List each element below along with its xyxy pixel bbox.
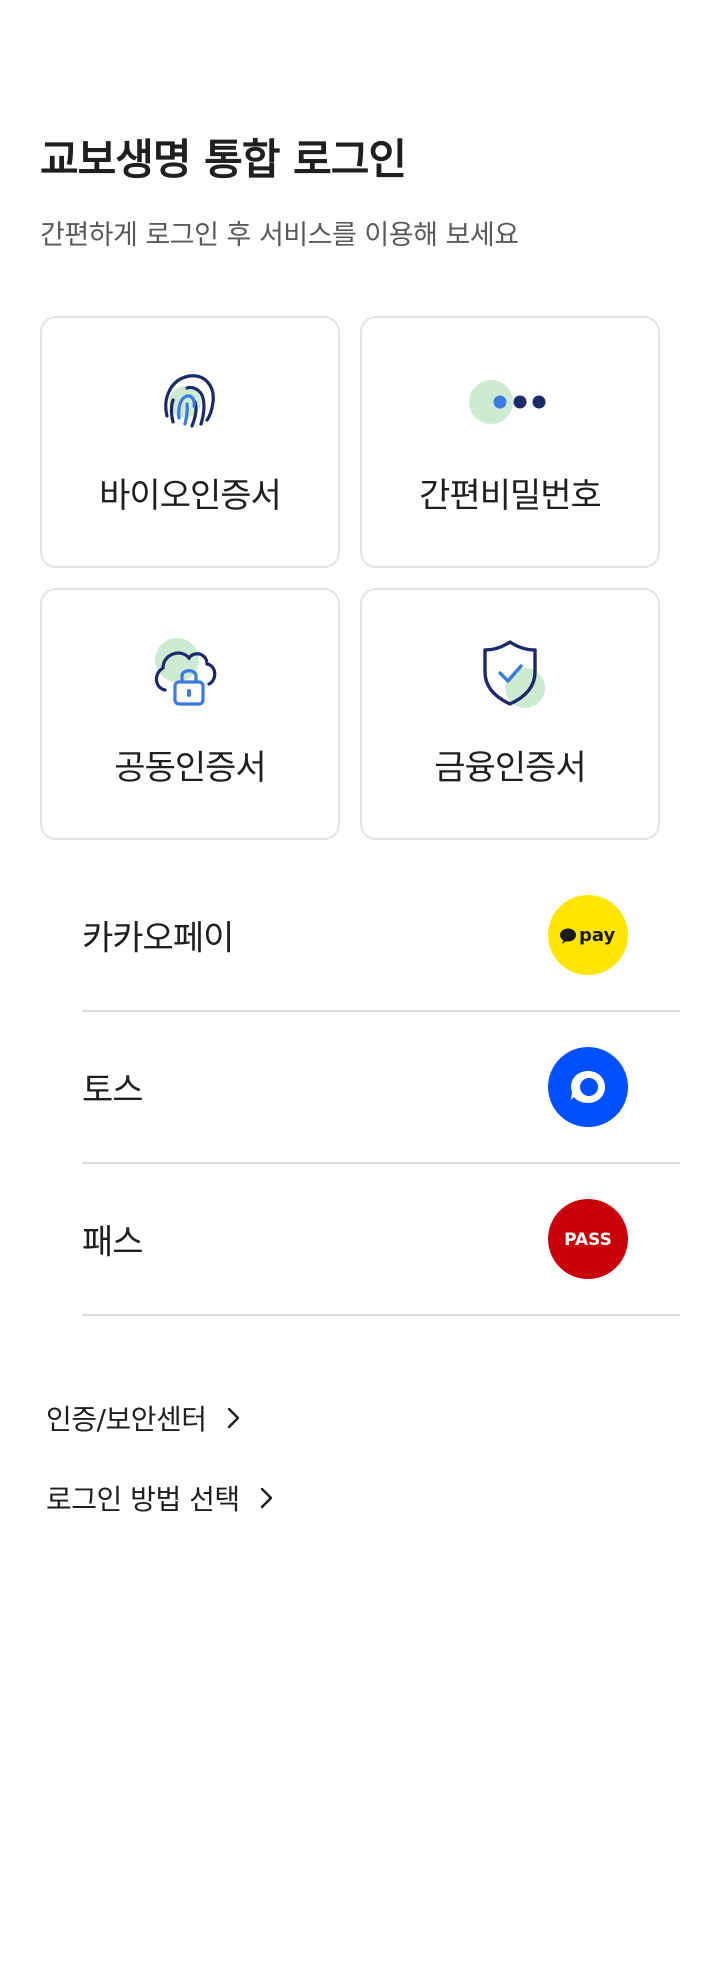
kakaopay-logo-text: pay <box>579 925 615 946</box>
provider-label: 카카오페이 <box>82 918 234 959</box>
joint-certificate-label: 공동인증서 <box>114 748 266 788</box>
page-subtitle: 간편하게 로그인 후 서비스를 이용해 보세요 <box>40 220 519 251</box>
provider-item-toss[interactable]: 토스 <box>82 1012 680 1164</box>
financial-certificate-label: 금융인증서 <box>434 748 586 788</box>
provider-list: 카카오페이 pay 토스 패스 PASS <box>82 860 680 1316</box>
kakaopay-logo-icon: pay <box>548 895 628 975</box>
pass-logo-icon: PASS <box>548 1199 628 1279</box>
auth-method-grid: 바이오인증서 간편비밀번호 공동인증서 금융인증서 <box>40 316 660 840</box>
financial-certificate-card[interactable]: 금융인증서 <box>360 588 660 840</box>
simple-password-card[interactable]: 간편비밀번호 <box>360 316 660 568</box>
simple-password-label: 간편비밀번호 <box>419 476 602 516</box>
security-center-link[interactable]: 인증/보안센터 <box>46 1394 278 1442</box>
joint-certificate-card[interactable]: 공동인증서 <box>40 588 340 840</box>
provider-label: 패스 <box>82 1222 144 1263</box>
shield-check-icon <box>465 628 555 718</box>
chevron-right-icon <box>254 1486 278 1510</box>
provider-label: 토스 <box>82 1070 144 1111</box>
provider-item-kakaopay[interactable]: 카카오페이 pay <box>82 860 680 1012</box>
pin-dots-icon <box>465 356 555 446</box>
bio-certificate-label: 바이오인증서 <box>99 476 282 516</box>
cloud-lock-icon <box>145 628 235 718</box>
pass-logo-text: PASS <box>564 1230 612 1250</box>
fingerprint-icon <box>145 356 235 446</box>
page-title: 교보생명 통합 로그인 <box>40 135 407 184</box>
bio-certificate-card[interactable]: 바이오인증서 <box>40 316 340 568</box>
login-method-select-link[interactable]: 로그인 방법 선택 <box>46 1474 278 1522</box>
provider-item-pass[interactable]: 패스 PASS <box>82 1164 680 1316</box>
toss-logo-icon <box>548 1047 628 1127</box>
footer-links: 인증/보안센터 로그인 방법 선택 <box>46 1394 278 1554</box>
login-method-select-label: 로그인 방법 선택 <box>46 1483 240 1516</box>
security-center-label: 인증/보안센터 <box>46 1403 207 1436</box>
chevron-right-icon <box>221 1406 245 1430</box>
